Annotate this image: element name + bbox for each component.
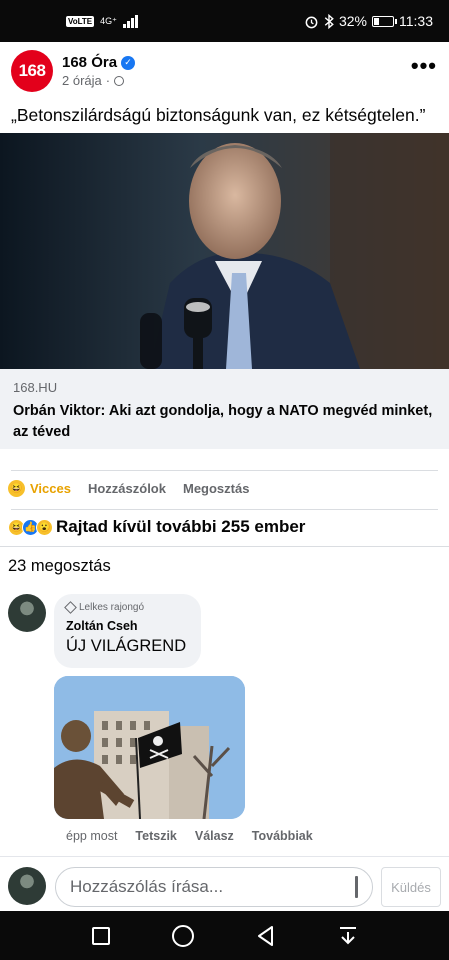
back-icon[interactable] (251, 921, 281, 951)
reactions-text: Rajtad kívül további 255 ember (56, 517, 306, 536)
home-icon[interactable] (168, 921, 198, 951)
post-meta: 2 órája · (62, 73, 135, 88)
comment-button[interactable]: Hozzászólok (88, 481, 166, 496)
fan-badge-label: Lelkes rajongó (79, 602, 145, 613)
status-left: VoLTE 4G⁺ (66, 14, 138, 28)
more-options-icon[interactable]: ••• (411, 55, 437, 77)
comment-input-placeholder: Hozzászólás írása... (70, 877, 224, 896)
post-image[interactable] (0, 133, 449, 369)
signal-icon (122, 14, 138, 28)
divider (0, 546, 449, 547)
post-photo-illustration (0, 133, 449, 369)
comment-composer: Hozzászólás írása... Küldés (0, 856, 449, 911)
clock: 11:33 (399, 13, 433, 29)
reactions-summary[interactable]: 😆 👍 😮 Rajtad kívül további 255 ember (8, 517, 305, 537)
post-time[interactable]: 2 órája (62, 73, 102, 88)
globe-icon (114, 75, 125, 86)
divider (11, 509, 438, 510)
network-type: 4G⁺ (100, 15, 117, 26)
comment-reply-button[interactable]: Válasz (195, 829, 234, 843)
share-button[interactable]: Megosztás (183, 481, 249, 496)
reaction-label: Vicces (30, 481, 71, 496)
comment-bubble[interactable]: Lelkes rajongó Zoltán Cseh ÚJ VILÁGREND (54, 594, 201, 668)
battery-level (374, 17, 380, 25)
battery-percent: 32% (338, 13, 367, 29)
page-name[interactable]: 168 Óra (62, 54, 117, 71)
notification-shade-icon[interactable] (333, 921, 363, 951)
status-bar: VoLTE 4G⁺ 32% 11:33 (0, 0, 449, 42)
comment-text: ÚJ VILÁGREND (66, 637, 187, 655)
comment-image[interactable] (54, 676, 245, 819)
comment-more-button[interactable]: Továbbiak (252, 829, 313, 843)
reaction-icons: 😆 👍 😮 (8, 518, 53, 536)
divider (11, 470, 438, 471)
verified-badge-icon: ✓ (121, 55, 136, 70)
post-header-text: 168 Óra ✓ 2 órája · (62, 54, 136, 88)
system-nav-bar (0, 911, 449, 960)
status-right: 32% 11:33 (304, 13, 433, 29)
comment-input[interactable]: Hozzászólás írása... (55, 867, 373, 907)
comment-time: épp most (66, 829, 118, 843)
commenter-avatar[interactable] (8, 594, 46, 632)
fan-badge: Lelkes rajongó (64, 601, 189, 614)
send-button[interactable]: Küldés (381, 867, 441, 907)
post-text: „Betonszilárdságú biztonságunk van, ez k… (11, 105, 426, 125)
link-title: Orbán Viktor: Aki azt gondolja, hogy a N… (13, 403, 433, 440)
meta-separator: · (105, 73, 111, 88)
page-name-row: 168 Óra ✓ (62, 54, 136, 71)
share-count[interactable]: 23 megosztás (8, 557, 111, 576)
link-domain: 168.HU (13, 380, 58, 395)
volte-icon: VoLTE (66, 15, 95, 27)
wow-emoji-icon: 😮 (36, 518, 53, 536)
page-avatar[interactable]: 168 (11, 50, 53, 92)
comment-actions: épp most Tetszik Válasz Továbbiak (66, 829, 313, 843)
comment-photo-illustration (54, 676, 245, 819)
user-avatar (8, 867, 46, 905)
battery-icon (372, 15, 397, 27)
comment-like-button[interactable]: Tetszik (135, 829, 176, 843)
commenter-name[interactable]: Zoltán Cseh (66, 619, 189, 633)
recent-apps-icon[interactable] (86, 921, 116, 951)
post-actions: 😆 Vicces Hozzászólok Megosztás (8, 480, 249, 497)
facebook-post-screen: VoLTE 4G⁺ 32% 11:33 168 168 Óra ✓ 2 óráj… (0, 0, 449, 960)
post-header: 168 168 Óra ✓ 2 órája · ••• (0, 42, 449, 100)
text-cursor (355, 876, 358, 898)
link-preview[interactable]: 168.HU Orbán Viktor: Aki azt gondolja, h… (0, 369, 449, 449)
alarm-icon (305, 16, 318, 28)
bluetooth-icon (324, 13, 334, 29)
diamond-icon (64, 601, 77, 614)
reaction-button[interactable]: 😆 Vicces (8, 480, 71, 497)
haha-emoji-icon: 😆 (8, 480, 25, 497)
